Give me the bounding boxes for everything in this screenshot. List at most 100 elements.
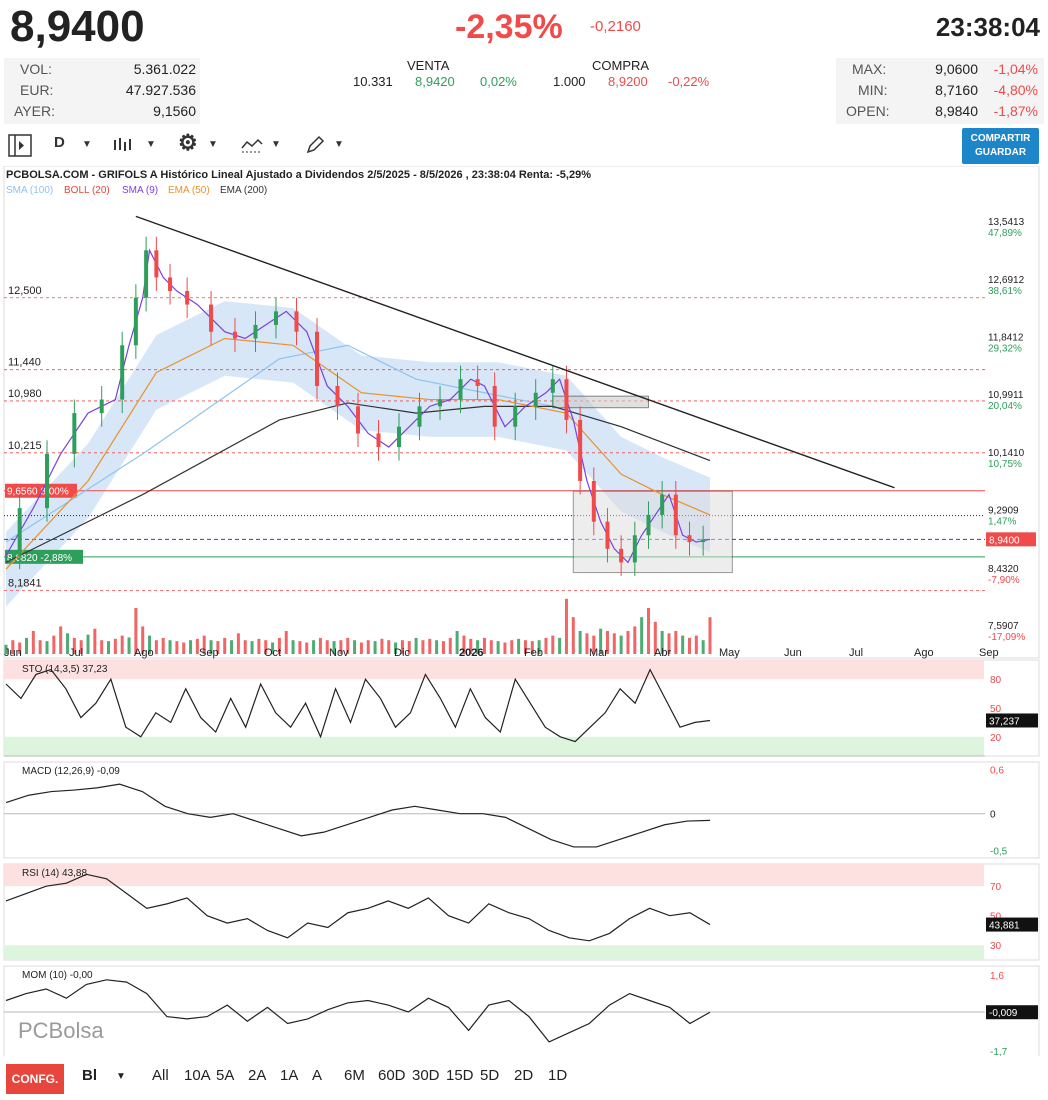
open-label: OPEN: [846,103,890,119]
share-label: COMPARTIR [970,133,1031,144]
indicators-icon[interactable] [240,136,264,154]
volume-bar [291,640,295,654]
sto-level-label: 80 [990,675,1002,686]
volume-bar [380,638,384,654]
chevron-down-icon[interactable]: ▼ [334,139,344,150]
level-label: 10,980 [8,388,42,400]
ayer-value: 9,1560 [153,103,196,119]
y-tick-pct: 10,75% [988,459,1022,470]
min-label: MIN: [858,82,888,98]
candle [475,379,480,386]
range-button[interactable]: 5D [480,1067,499,1084]
range-button[interactable]: 60D [378,1067,406,1084]
range-button[interactable]: A [312,1067,322,1084]
macd-label: MACD (12,26,9) -0,09 [22,766,120,777]
mom-last-label: -0,009 [989,1008,1018,1019]
volume-bar [59,626,63,654]
candle [232,331,237,339]
rsi-label: RSI (14) 43,88 [22,868,87,879]
candle [144,250,149,298]
volume-bar [421,640,425,654]
macd-panel: 0,6 0 -0,5 MACD (12,26,9) -0,09 [3,761,1040,859]
range-button[interactable]: 2A [248,1067,266,1084]
ayer-label: AYER: [14,103,55,119]
x-tick-label: Jul [69,647,83,659]
y-tick-label: 7,5907 [988,621,1019,632]
range-button[interactable]: 1A [280,1067,298,1084]
chevron-down-icon[interactable]: ▼ [146,139,156,150]
volume-bar [503,642,507,654]
volume-bar [182,642,186,654]
chart-area[interactable]: PCBOLSA.COM - GRIFOLS A Histórico Lineal… [0,166,1048,1056]
volume-bar [100,640,104,654]
chevron-down-icon[interactable]: ▼ [82,139,92,150]
venta-qty: 10.331 [353,74,393,89]
candle [335,385,340,407]
volume-bar [284,631,288,654]
pencil-icon[interactable] [305,135,325,155]
legend-item: BOLL (20) [64,185,110,196]
period-select[interactable]: D [54,134,65,151]
rsi-oversold-zone [4,945,984,960]
volume-bar [107,641,111,654]
candle [605,521,610,549]
volume-bar [646,608,650,654]
x-tick-label: Mar [589,647,608,659]
range-button[interactable]: 30D [412,1067,440,1084]
volume-bar [701,640,705,654]
mom-panel: 1,6 -1,7 MOM (10) -0,00 -0,009 [3,965,1040,1056]
x-tick-label: Ago [914,647,934,659]
y-tick-pct: 29,32% [988,343,1022,354]
range-button[interactable]: 2D [514,1067,533,1084]
range-button[interactable]: 5A [216,1067,234,1084]
volume-bar [373,641,377,654]
y-tick-label: 10,1410 [988,448,1025,459]
x-tick-label: Sep [199,647,219,659]
chevron-down-icon[interactable]: ▼ [208,139,218,150]
volume-bar [243,640,247,654]
range-button[interactable]: 1D [548,1067,567,1084]
volume-bar [681,635,685,654]
compra-pct: -0,22% [668,74,710,89]
candle [687,535,692,543]
volume-bar [86,634,90,654]
y-tick-label: 8,4320 [988,564,1019,575]
volume-bar [161,637,165,654]
mom-level-label: 1,6 [990,971,1004,982]
legend-item: EMA (200) [220,185,267,196]
candle [564,379,569,420]
volume-bar [510,640,514,654]
y-tick-pct: 38,61% [988,286,1022,297]
volume-bar [305,642,309,654]
eur-value: 47.927.536 [125,82,196,98]
sto-level-label: 50 [990,704,1002,715]
chevron-down-icon[interactable]: ▼ [116,1071,126,1082]
legend-item: SMA (100) [6,185,53,196]
chevron-down-icon[interactable]: ▼ [271,139,281,150]
stats-right-panel: MAX: 9,0600 -1,04% MIN: 8,7160 -4,80% OPEN: 8… [836,58,1044,124]
candle [660,494,665,515]
legend-item: SMA (9) [122,185,158,196]
macd-level-label: 0,6 [990,765,1004,776]
range-button[interactable]: 15D [446,1067,474,1084]
candle [154,250,159,278]
range-button[interactable]: 10A [184,1067,211,1084]
sidebar-toggle-icon[interactable] [8,134,34,158]
candle [619,548,624,563]
candles-icon[interactable] [112,136,136,154]
config-button[interactable]: CONFG. [6,1064,64,1094]
volume-bar [93,628,97,654]
share-save-button[interactable]: COMPARTIR GUARDAR [962,128,1039,164]
range-button[interactable]: All [152,1067,169,1084]
quote-time: 23:38:04 [935,12,1040,42]
candle [513,406,518,427]
candle [458,379,463,400]
bl-select[interactable]: Bl [82,1067,97,1084]
gear-icon[interactable]: ⚙ [178,130,198,156]
candle [45,453,50,509]
candle [99,399,104,414]
volume-bar [113,638,117,654]
range-button[interactable]: 6M [344,1067,365,1084]
candle [356,406,360,434]
resistance-label: 9,6560 8,00% [7,487,69,498]
